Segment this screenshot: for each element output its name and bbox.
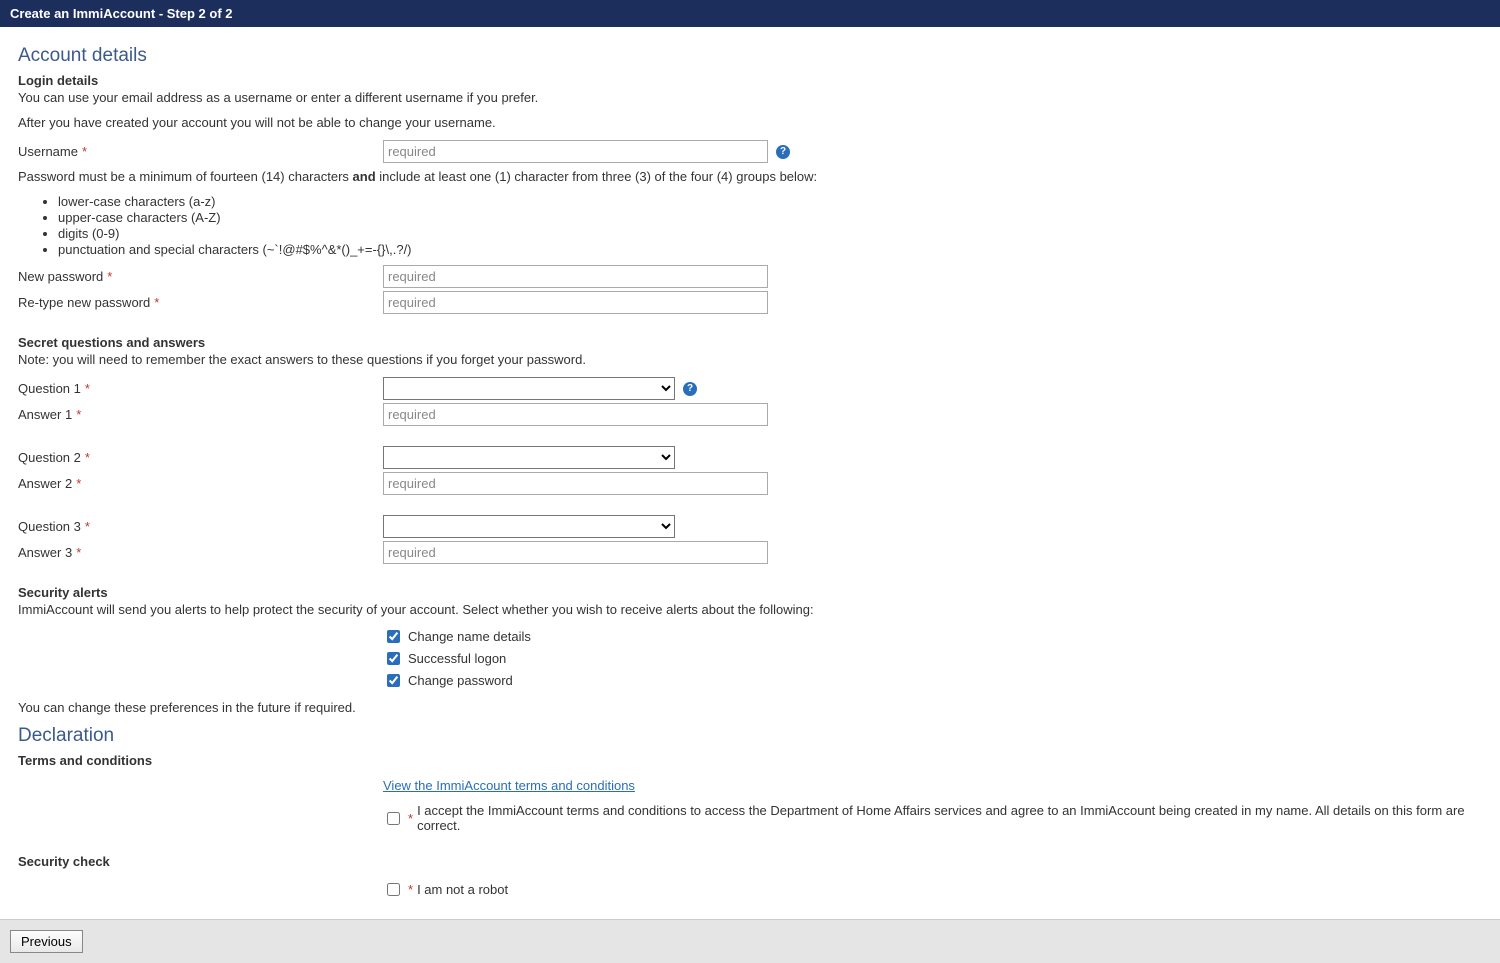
question3-select[interactable]	[383, 515, 675, 538]
password-rules-list: lower-case characters (a-z) upper-case c…	[18, 194, 1482, 257]
not-a-robot-row: * I am not a robot	[383, 880, 1482, 899]
list-item: punctuation and special characters (~`!@…	[58, 242, 1482, 257]
answer1-input[interactable]	[383, 403, 768, 426]
alert-change-name-label: Change name details	[408, 629, 531, 644]
alerts-options: Change name details Successful logon Cha…	[383, 627, 1482, 690]
login-details-subheading: Login details	[18, 73, 1482, 88]
security-check-block: * I am not a robot	[383, 880, 1482, 899]
banner-title: Create an ImmiAccount - Step 2 of 2	[10, 6, 233, 21]
list-item: digits (0-9)	[58, 226, 1482, 241]
accept-terms-checkbox[interactable]	[387, 812, 400, 825]
question3-row: Question 3*	[18, 515, 1482, 538]
declaration-heading: Declaration	[18, 725, 1482, 747]
security-alerts-subheading: Security alerts	[18, 585, 1482, 600]
not-a-robot-checkbox[interactable]	[387, 883, 400, 896]
alert-successful-logon-row: Successful logon	[383, 649, 1482, 668]
alert-change-password-checkbox[interactable]	[387, 674, 400, 687]
secret-questions-subheading: Secret questions and answers	[18, 335, 1482, 350]
answer1-row: Answer 1*	[18, 403, 1482, 426]
help-icon[interactable]: ?	[776, 145, 790, 159]
help-icon[interactable]: ?	[683, 382, 697, 396]
accept-terms-text: I accept the ImmiAccount terms and condi…	[417, 803, 1482, 833]
retype-password-row: Re-type new password*	[18, 291, 1482, 314]
security-check-subheading: Security check	[18, 854, 1482, 869]
list-item: upper-case characters (A-Z)	[58, 210, 1482, 225]
previous-button[interactable]: Previous	[10, 930, 83, 953]
terms-subheading: Terms and conditions	[18, 753, 1482, 768]
question1-select[interactable]	[383, 377, 675, 400]
login-details-desc: You can use your email address as a user…	[18, 90, 1482, 105]
answer2-row: Answer 2*	[18, 472, 1482, 495]
answer2-label: Answer 2*	[18, 476, 383, 491]
secret-questions-note: Note: you will need to remember the exac…	[18, 352, 1482, 367]
username-change-note: After you have created your account you …	[18, 115, 1482, 130]
alert-change-name-checkbox[interactable]	[387, 630, 400, 643]
terms-link[interactable]: View the ImmiAccount terms and condition…	[383, 778, 635, 793]
main-content: Account details Login details You can us…	[0, 27, 1500, 899]
username-row: Username* ?	[18, 140, 1482, 163]
answer3-label: Answer 3*	[18, 545, 383, 560]
new-password-label: New password*	[18, 269, 383, 284]
not-a-robot-label: I am not a robot	[417, 882, 508, 897]
required-star: *	[408, 882, 413, 897]
alerts-future-note: You can change these preferences in the …	[18, 700, 1482, 715]
retype-password-input[interactable]	[383, 291, 768, 314]
page-banner: Create an ImmiAccount - Step 2 of 2	[0, 0, 1500, 27]
accept-terms-row: * I accept the ImmiAccount terms and con…	[383, 803, 1482, 833]
alert-successful-logon-label: Successful logon	[408, 651, 506, 666]
answer3-row: Answer 3*	[18, 541, 1482, 564]
username-input[interactable]	[383, 140, 768, 163]
alert-change-name-row: Change name details	[383, 627, 1482, 646]
question2-label: Question 2*	[18, 450, 383, 465]
question1-row: Question 1* ?	[18, 377, 1482, 400]
terms-block: View the ImmiAccount terms and condition…	[383, 778, 1482, 833]
new-password-row: New password*	[18, 265, 1482, 288]
required-star: *	[82, 144, 87, 159]
alert-successful-logon-checkbox[interactable]	[387, 652, 400, 665]
new-password-input[interactable]	[383, 265, 768, 288]
answer3-input[interactable]	[383, 541, 768, 564]
required-star: *	[408, 811, 413, 826]
alert-change-password-row: Change password	[383, 671, 1482, 690]
username-label: Username*	[18, 144, 383, 159]
question3-label: Question 3*	[18, 519, 383, 534]
question2-row: Question 2*	[18, 446, 1482, 469]
answer1-label: Answer 1*	[18, 407, 383, 422]
footer-bar: Previous	[0, 919, 1500, 963]
retype-password-label: Re-type new password*	[18, 295, 383, 310]
alert-change-password-label: Change password	[408, 673, 513, 688]
account-details-heading: Account details	[18, 45, 1482, 67]
security-alerts-desc: ImmiAccount will send you alerts to help…	[18, 602, 1482, 617]
answer2-input[interactable]	[383, 472, 768, 495]
list-item: lower-case characters (a-z)	[58, 194, 1482, 209]
question2-select[interactable]	[383, 446, 675, 469]
password-rules-intro: Password must be a minimum of fourteen (…	[18, 169, 1482, 184]
question1-label: Question 1*	[18, 381, 383, 396]
